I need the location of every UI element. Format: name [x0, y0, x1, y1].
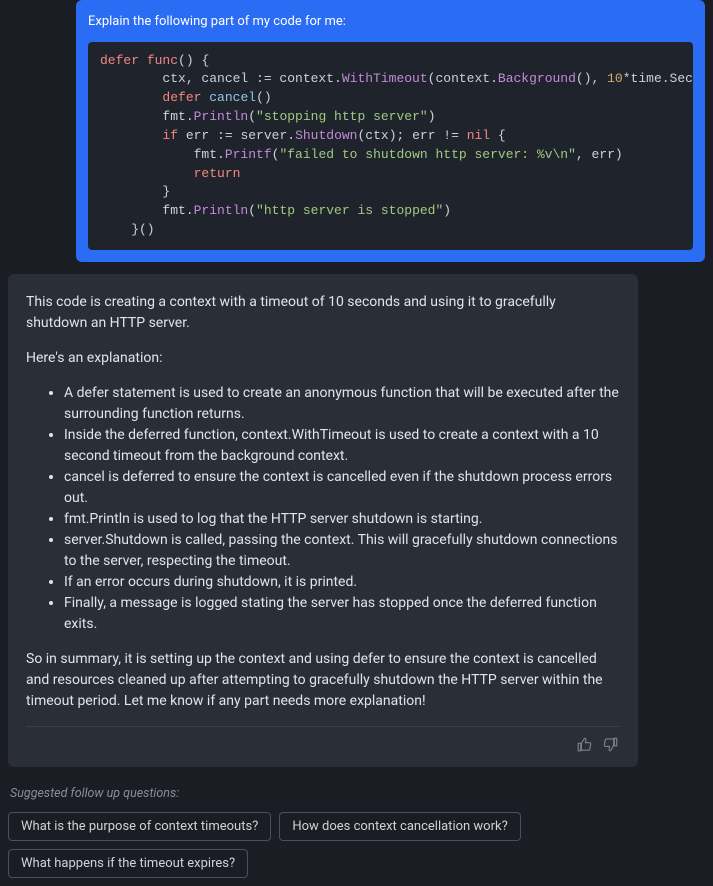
reply-paragraph: This code is creating a context with a t… — [26, 292, 620, 334]
suggestion-button[interactable]: How does context cancellation work? — [279, 812, 520, 841]
code-token: (ctx); err != — [357, 128, 466, 143]
reply-bullet-list: A defer statement is used to create an a… — [26, 383, 620, 635]
reply-bullet: cancel is deferred to ensure the context… — [64, 467, 620, 509]
reply-bullet: Finally, a message is logged stating the… — [64, 593, 620, 635]
code-token: "http server is stopped" — [256, 203, 443, 218]
suggestions-row: What is the purpose of context timeouts?… — [8, 812, 705, 878]
code-token — [139, 53, 147, 68]
code-token: return — [194, 166, 241, 181]
code-token: func — [147, 53, 178, 68]
suggestions-label: Suggested follow up questions: — [10, 785, 705, 804]
code-block[interactable]: defer func() { ctx, cancel := context.Wi… — [88, 42, 693, 250]
code-token: cancel — [209, 90, 256, 105]
code-token: Shutdown — [295, 128, 357, 143]
code-token: ( — [248, 109, 256, 124]
reply-bullet: server.Shutdown is called, passing the c… — [64, 530, 620, 572]
reply-bullet: Inside the deferred function, context.Wi… — [64, 425, 620, 467]
code-token: defer — [162, 90, 201, 105]
reply-paragraph: So in summary, it is setting up the cont… — [26, 649, 620, 712]
code-token: defer — [100, 53, 139, 68]
code-token: Printf — [225, 147, 272, 162]
suggestion-button[interactable]: What is the purpose of context timeouts? — [8, 812, 271, 841]
assistant-message: This code is creating a context with a t… — [8, 274, 638, 767]
code-token: nil — [467, 128, 490, 143]
thumbs-down-icon[interactable] — [602, 737, 618, 753]
reply-bullet: fmt.Println is used to log that the HTTP… — [64, 509, 620, 530]
reply-paragraph: Here's an explanation: — [26, 348, 620, 369]
thumbs-up-icon[interactable] — [576, 737, 592, 753]
code-token: err := server. — [178, 128, 295, 143]
reply-bullet: If an error occurs during shutdown, it i… — [64, 572, 620, 593]
code-token: (), — [576, 71, 607, 86]
code-token: Println — [194, 109, 249, 124]
code-token: 10 — [607, 71, 623, 86]
feedback-row — [26, 735, 620, 757]
code-token: Println — [194, 203, 249, 218]
code-token: (context. — [428, 71, 498, 86]
reply-bullet: A defer statement is used to create an a… — [64, 383, 620, 425]
code-token: if — [162, 128, 178, 143]
code-token: ( — [248, 203, 256, 218]
user-message: Explain the following part of my code fo… — [76, 0, 705, 262]
suggestion-button[interactable]: What happens if the timeout expires? — [8, 849, 248, 878]
code-token: } fmt. — [100, 184, 194, 218]
code-token: "failed to shutdown http server: %v\n" — [279, 147, 575, 162]
code-token: Background — [498, 71, 576, 86]
code-token: "stopping http server" — [256, 109, 428, 124]
user-prompt-text: Explain the following part of my code fo… — [88, 12, 693, 32]
code-token: WithTimeout — [342, 71, 428, 86]
